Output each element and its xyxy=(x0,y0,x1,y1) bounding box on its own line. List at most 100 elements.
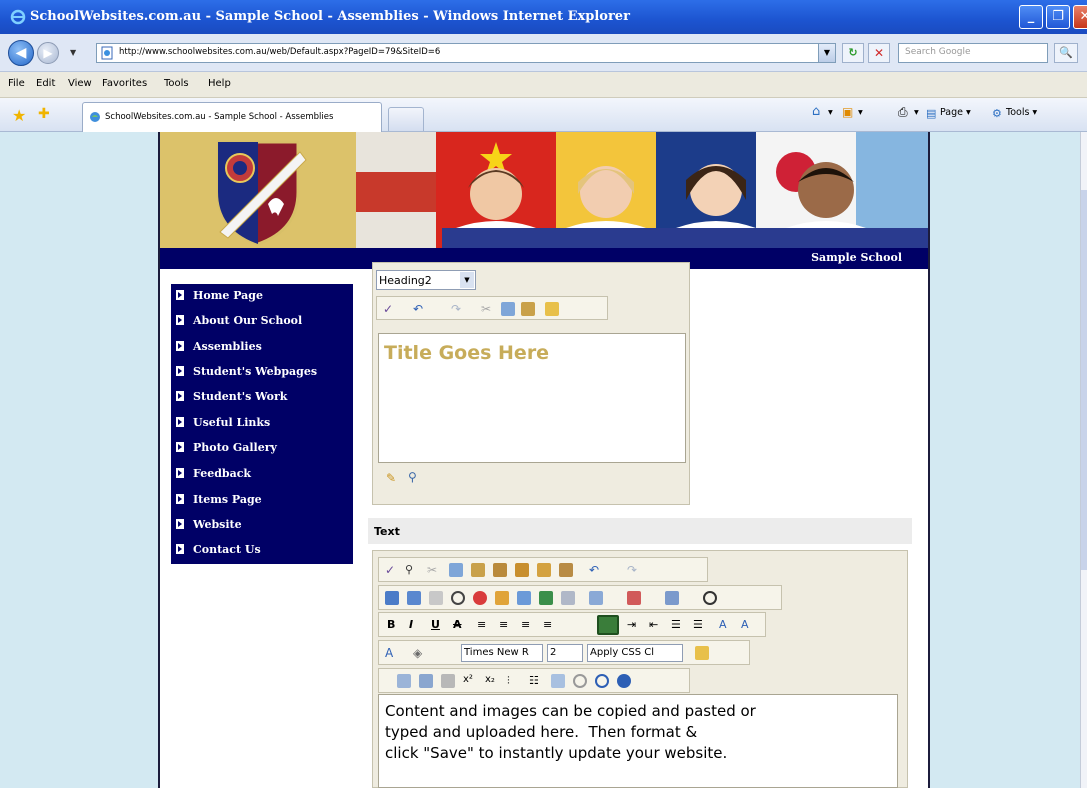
insert-symbol-icon[interactable] xyxy=(495,591,509,605)
menu-file[interactable]: File xyxy=(8,78,25,89)
redo-icon[interactable]: ↷ xyxy=(627,563,641,577)
nav-students-webpages[interactable]: Student's Webpages xyxy=(171,360,353,385)
print-icon[interactable]: ⎙ xyxy=(898,105,908,120)
numbered-list-icon[interactable]: ☰ xyxy=(671,618,685,632)
nav-website[interactable]: Website xyxy=(171,513,353,538)
print-icon[interactable] xyxy=(441,674,455,688)
favorites-center-icon[interactable]: ★ xyxy=(12,106,26,125)
menu-favorites[interactable]: Favorites xyxy=(102,78,147,89)
forward-button[interactable]: ▶ xyxy=(37,42,59,64)
image-properties-icon[interactable] xyxy=(419,674,433,688)
format-stripper-icon[interactable] xyxy=(695,646,709,660)
refresh-button[interactable]: ↻ xyxy=(842,43,864,63)
history-dropdown-icon[interactable]: ▼ xyxy=(70,48,76,57)
xhtml-validator-icon[interactable] xyxy=(551,674,565,688)
nav-useful-links[interactable]: Useful Links xyxy=(171,411,353,436)
paste-plain-icon[interactable] xyxy=(559,563,573,577)
align-left-icon[interactable]: ≡ xyxy=(477,618,491,632)
superscript-icon[interactable]: x² xyxy=(463,674,477,688)
paragraph-style-select[interactable]: Heading2 ▼ xyxy=(376,270,476,290)
bold-icon[interactable]: B xyxy=(387,618,401,632)
font-name-select[interactable]: Times New R xyxy=(461,644,543,662)
tab-assemblies[interactable]: SchoolWebsites.com.au - Sample School - … xyxy=(82,102,382,132)
horizontal-rule-icon[interactable]: ⫶ xyxy=(507,674,521,688)
link-manager-icon[interactable] xyxy=(539,591,553,605)
template-icon[interactable] xyxy=(429,591,443,605)
address-dropdown-icon[interactable]: ▼ xyxy=(818,43,836,63)
nav-photo-gallery[interactable]: Photo Gallery xyxy=(171,436,353,461)
home-icon[interactable]: ⌂ xyxy=(812,104,820,119)
underline-icon[interactable]: U xyxy=(431,618,445,632)
nav-students-work[interactable]: Student's Work xyxy=(171,385,353,410)
menu-view[interactable]: View xyxy=(68,78,92,89)
address-field[interactable]: http://www.schoolwebsites.com.au/web/Def… xyxy=(96,43,836,63)
menu-help[interactable]: Help xyxy=(208,78,231,89)
flash-icon[interactable] xyxy=(451,591,465,605)
paste-html-icon[interactable] xyxy=(537,563,551,577)
subscript-icon[interactable]: x₂ xyxy=(485,674,499,688)
menu-tools[interactable]: Tools xyxy=(164,78,189,89)
italic-icon[interactable]: I xyxy=(409,618,423,632)
paste-text-icon[interactable] xyxy=(493,563,507,577)
page-menu[interactable]: Page ▾ xyxy=(940,107,971,118)
media-icon[interactable] xyxy=(473,591,487,605)
minimize-button[interactable]: _ xyxy=(1019,5,1043,29)
document-manager-icon[interactable] xyxy=(407,591,421,605)
nav-feedback[interactable]: Feedback xyxy=(171,462,353,487)
module-manager-icon[interactable]: ☷ xyxy=(529,674,543,688)
new-tab-button[interactable] xyxy=(388,107,424,131)
nav-contact-us[interactable]: Contact Us xyxy=(171,538,353,563)
menu-edit[interactable]: Edit xyxy=(36,78,55,89)
stop-button[interactable]: ✕ xyxy=(868,43,890,63)
table-icon[interactable] xyxy=(589,591,603,605)
font-color-icon[interactable]: A xyxy=(385,646,399,660)
spellcheck-icon[interactable]: ✓ xyxy=(383,302,397,316)
feeds-icon[interactable]: ▣ xyxy=(842,105,853,119)
spellcheck-icon[interactable]: ✓ xyxy=(385,563,399,577)
add-favorite-icon[interactable]: ✚ xyxy=(38,106,50,122)
search-input[interactable]: Search Google xyxy=(898,43,1048,63)
maximize-button[interactable]: ❐ xyxy=(1046,5,1070,29)
align-right-icon[interactable]: ≡ xyxy=(521,618,535,632)
cut-icon[interactable]: ✂ xyxy=(427,563,441,577)
zoom-icon[interactable]: ⚲ xyxy=(408,470,417,484)
find-icon[interactable]: ⚲ xyxy=(405,563,419,577)
indent-icon[interactable]: ⇥ xyxy=(627,618,641,632)
help-icon[interactable] xyxy=(617,674,631,688)
subscript-icon[interactable]: A xyxy=(741,618,755,632)
copy-icon[interactable] xyxy=(449,563,463,577)
paste-word-icon[interactable] xyxy=(515,563,529,577)
tools-menu[interactable]: Tools ▾ xyxy=(1006,107,1037,118)
nav-items-page[interactable]: Items Page xyxy=(171,488,353,513)
form-element-icon[interactable] xyxy=(665,591,679,605)
close-button[interactable]: ✕ xyxy=(1073,5,1087,29)
statistics-icon[interactable] xyxy=(573,674,587,688)
nav-about-our-school[interactable]: About Our School xyxy=(171,309,353,334)
format-brush-icon[interactable] xyxy=(545,302,559,316)
content-editor[interactable]: Content and images can be copied and pas… xyxy=(378,694,898,788)
hyperlink-icon[interactable] xyxy=(517,591,531,605)
paragraph-icon[interactable] xyxy=(627,591,641,605)
nav-home-page[interactable]: Home Page xyxy=(171,284,353,309)
justify-icon[interactable]: ≡ xyxy=(543,618,557,632)
title-content-area[interactable]: Title Goes Here xyxy=(378,333,686,463)
font-size-select[interactable]: 2 xyxy=(547,644,583,662)
feeds-dropdown[interactable]: ▾ xyxy=(858,107,863,118)
undo-icon[interactable]: ↶ xyxy=(589,563,603,577)
search-button[interactable]: 🔍 xyxy=(1054,43,1078,63)
highlight-color-icon[interactable]: ◈ xyxy=(413,646,427,660)
redo-icon[interactable]: ↷ xyxy=(451,302,465,316)
snippet-icon[interactable] xyxy=(703,591,717,605)
pencil-icon[interactable]: ✎ xyxy=(386,471,396,485)
outdent-icon[interactable]: ⇤ xyxy=(649,618,663,632)
css-class-select[interactable]: Apply CSS Cl xyxy=(587,644,683,662)
unlink-icon[interactable] xyxy=(561,591,575,605)
strikethrough-icon[interactable]: A xyxy=(453,618,467,632)
home-dropdown[interactable]: ▾ xyxy=(828,107,833,118)
superscript-icon[interactable]: A xyxy=(719,618,733,632)
align-center-icon[interactable]: ≡ xyxy=(499,618,513,632)
undo-icon[interactable]: ↶ xyxy=(413,302,427,316)
nav-assemblies[interactable]: Assemblies xyxy=(171,335,353,360)
page-properties-icon[interactable] xyxy=(397,674,411,688)
bullet-list-icon[interactable]: ☰ xyxy=(693,618,707,632)
